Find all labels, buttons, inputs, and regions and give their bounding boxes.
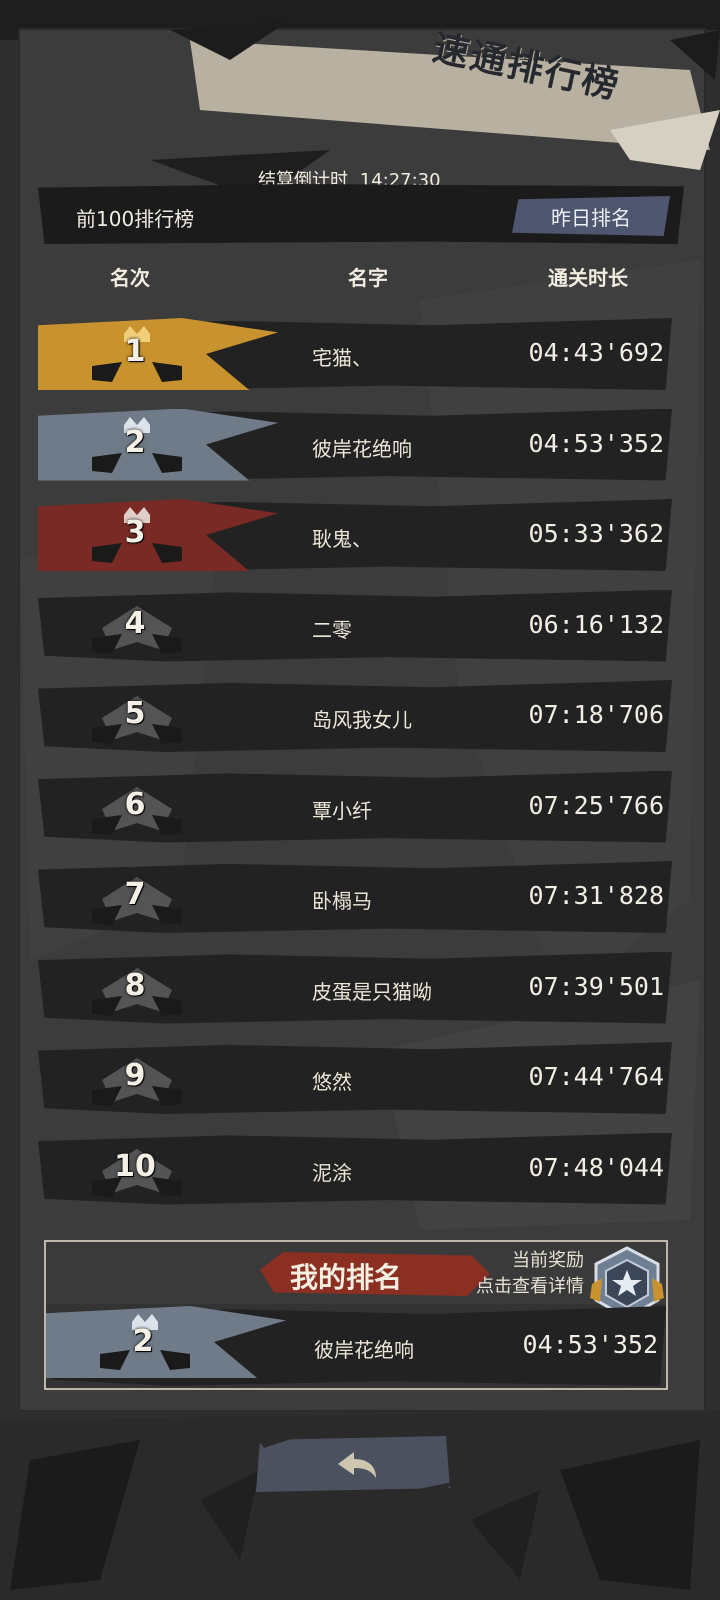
reward-line-1: 当前奖励 [512,1250,584,1271]
column-header-time: 通关时长 [524,262,652,291]
rank-number: 7 [124,877,146,912]
yesterday-ranking-button[interactable]: 昨日排名 [512,196,670,236]
my-rank-title: 我的排名 [290,1261,403,1294]
current-reward-link[interactable]: 当前奖励 点击查看详情 [476,1248,584,1300]
clear-time: 04:43'692 [528,338,664,367]
player-name: 彼岸花绝响 [312,436,412,461]
leaderboard-row: 4 二零 06:16'132 [38,589,672,662]
column-label-name: 名字 [348,266,388,290]
my-rank-number: 2 [132,1324,154,1359]
column-header-name: 名字 [324,262,412,291]
rank-number: 5 [124,696,146,731]
leaderboard-row: 3 耿鬼、 05:33'362 [38,499,672,571]
clear-time: 06:16'132 [528,609,664,639]
player-name: 覃小纤 [312,798,372,823]
player-name: 泥涂 [312,1160,352,1185]
clear-time: 07:48'044 [528,1152,664,1182]
rank-number: 6 [124,786,146,822]
rank-number: 3 [124,515,146,550]
back-button[interactable] [254,1434,452,1494]
player-name: 皮蛋是只猫呦 [312,979,432,1004]
player-name: 岛风我女儿 [312,708,412,732]
player-name: 卧榻马 [312,889,372,913]
leaderboard-row: 2 彼岸花绝响 04:53'352 [38,408,672,481]
player-name: 悠然 [312,1070,352,1094]
leaderboard-row: 1 宅猫、 04:43'692 [38,318,672,390]
clear-time: 07:25'766 [528,790,664,820]
clear-time: 04:53'352 [528,428,664,458]
rank-number: 1 [124,334,146,369]
player-name: 耿鬼、 [312,527,372,551]
my-rank-row: 2 彼岸花绝响 04:53'352 [46,1306,666,1386]
clear-time: 07:31'828 [528,881,664,910]
player-name: 宅猫、 [312,346,372,370]
clear-time: 07:18'706 [528,700,664,729]
rank-number: 2 [124,424,146,460]
rank-number: 10 [114,1148,156,1184]
my-rank-name: 彼岸花绝响 [314,1338,414,1362]
my-rank-panel: 我的排名 当前奖励 点击查看详情 2 彼岸花绝响 04:53'352 [44,1240,668,1390]
leaderboard-row: 5 岛风我女儿 07:18'706 [38,680,672,752]
leaderboard-row: 9 悠然 07:44'764 [38,1042,672,1114]
rank-number: 8 [124,967,146,1003]
column-label-time: 通关时长 [548,266,628,290]
my-rank-header: 我的排名 当前奖励 点击查看详情 [46,1242,666,1320]
reward-line-2: 点击查看详情 [476,1276,584,1297]
leaderboard-row: 8 皮蛋是只猫呦 07:39'501 [38,951,672,1024]
rank-number: 4 [124,605,146,641]
column-label-rank: 名次 [110,266,150,290]
leaderboard-row: 6 覃小纤 07:25'766 [38,770,672,843]
player-name: 二零 [312,617,352,642]
clear-time: 07:39'501 [528,971,664,1001]
column-header-rank: 名次 [86,262,174,291]
clear-time: 07:44'764 [528,1062,664,1091]
leaderboard-row: 10 泥涂 07:48'044 [38,1132,672,1205]
leaderboard-row: 7 卧榻马 07:31'828 [38,861,672,933]
clear-time: 05:33'362 [528,519,664,548]
top100-label: 前100排行榜 [76,207,195,231]
my-rank-time: 04:53'352 [522,1330,658,1359]
rank-number: 9 [124,1058,146,1093]
